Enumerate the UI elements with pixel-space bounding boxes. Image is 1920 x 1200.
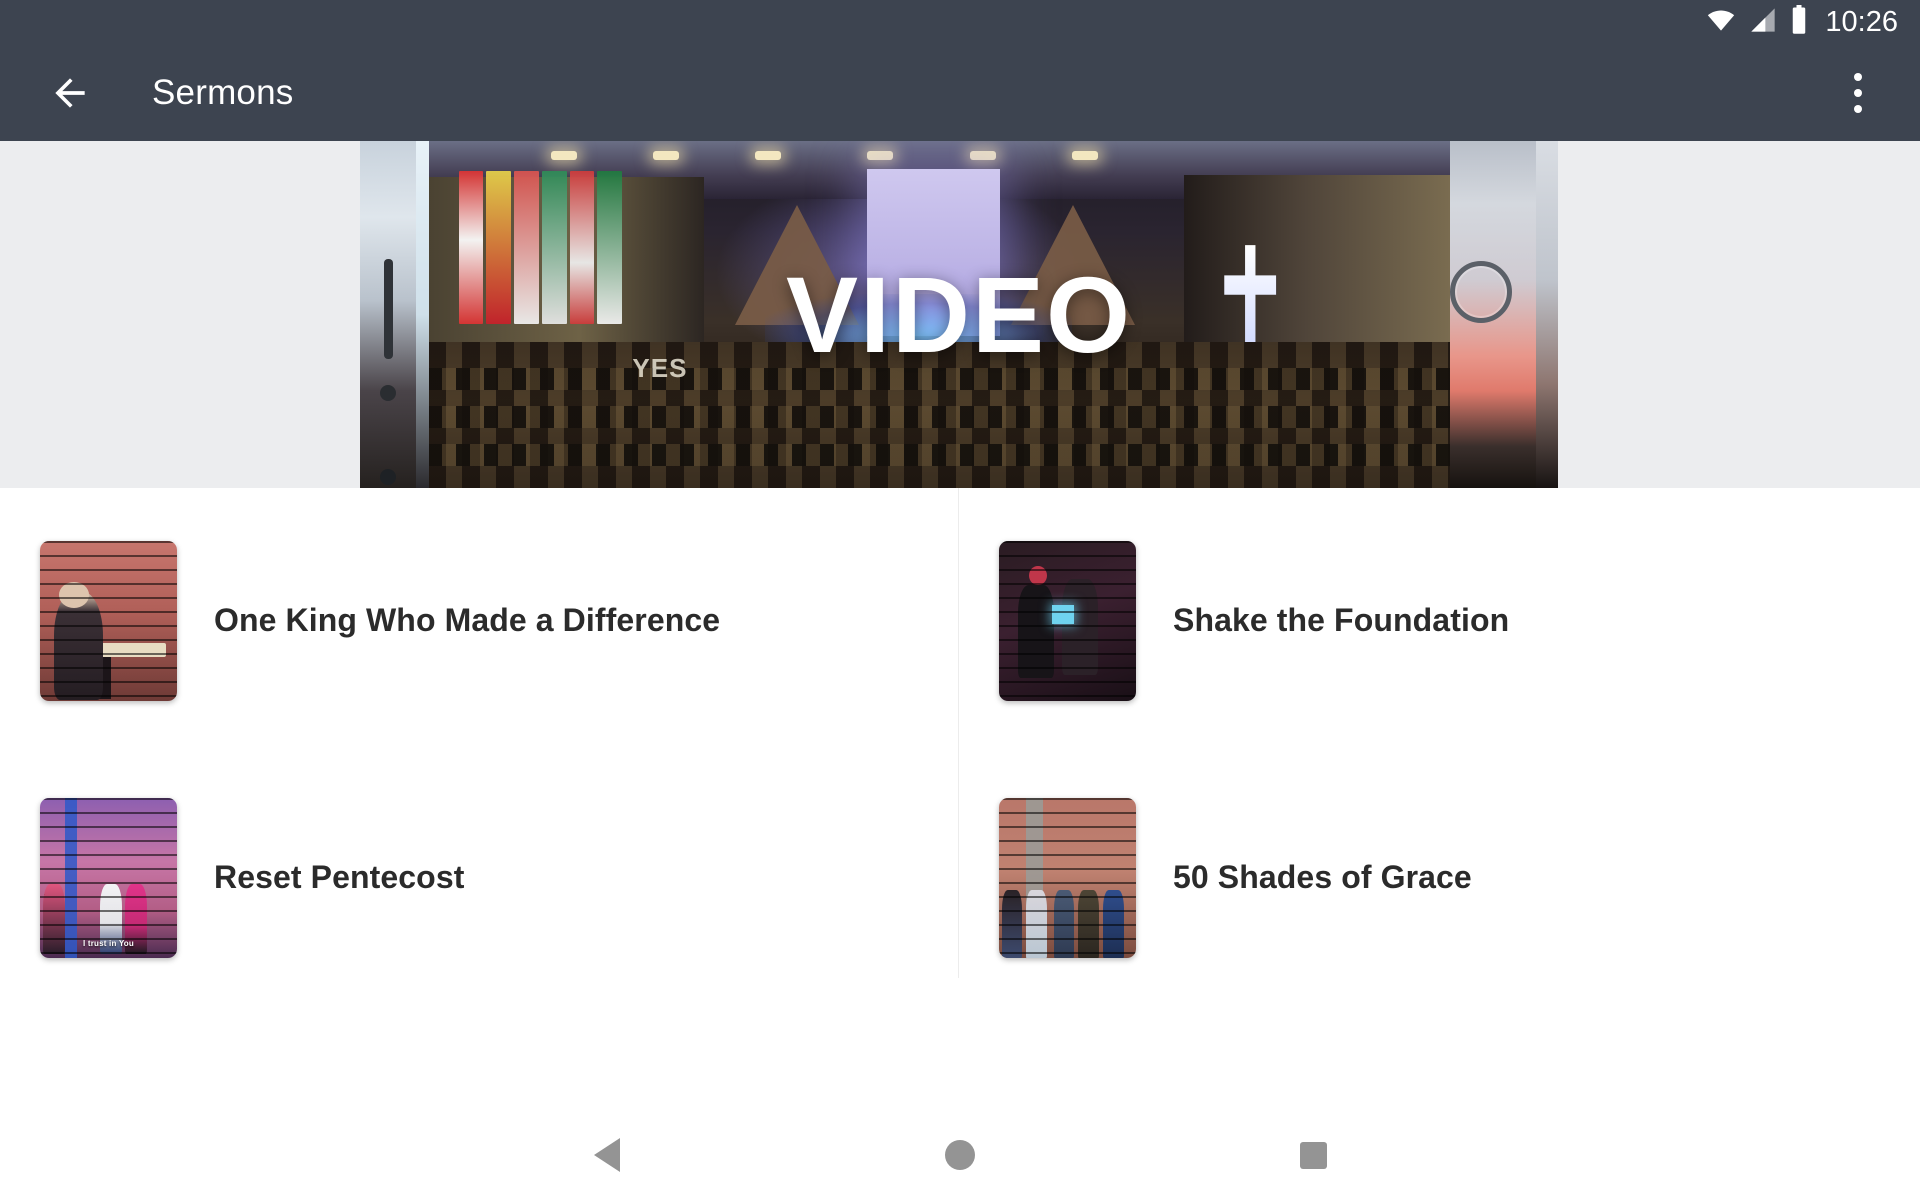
overflow-dot	[1854, 105, 1862, 113]
list-item[interactable]: 50 Shades of Grace	[959, 745, 1920, 1010]
page-title: Sermons	[152, 73, 294, 112]
back-triangle-icon	[593, 1138, 620, 1172]
nav-back-button[interactable]	[547, 1110, 667, 1200]
back-button[interactable]	[22, 45, 118, 141]
overflow-menu-button[interactable]	[1826, 57, 1890, 129]
back-arrow-icon	[55, 78, 85, 108]
list-item[interactable]: One King Who Made a Difference	[0, 488, 958, 753]
nav-home-button[interactable]	[900, 1110, 1020, 1200]
battery-icon	[1790, 5, 1808, 40]
android-navigation-bar	[0, 1110, 1920, 1200]
nav-recents-button[interactable]	[1253, 1110, 1373, 1200]
recents-square-icon	[1299, 1141, 1327, 1169]
sermon-thumbnail-50-shades-of-grace	[999, 797, 1136, 958]
list-item-title: Reset Pentecost	[214, 859, 465, 895]
overflow-dot	[1854, 89, 1862, 97]
sermon-thumbnail-shake-foundation	[999, 540, 1136, 701]
sermon-thumbnail-one-king	[40, 540, 177, 701]
list-item[interactable]: Shake the Foundation	[959, 488, 1920, 753]
thumbnail-caption: I trust in You	[83, 938, 134, 948]
overflow-dot	[1854, 73, 1862, 81]
list-item[interactable]: I trust in You Reset Pentecost	[0, 745, 958, 1010]
sermon-thumbnail-reset-pentecost: I trust in You	[40, 797, 177, 958]
app-root: 10:26 Sermons YES VIDEO One King Who Mad…	[0, 0, 1920, 1200]
status-bar-clock: 10:26	[1825, 6, 1898, 38]
list-item-title: 50 Shades of Grace	[1173, 859, 1472, 895]
home-circle-icon	[944, 1140, 975, 1170]
video-overlay-label: VIDEO	[785, 253, 1133, 375]
status-bar: 10:26	[0, 0, 1920, 45]
app-toolbar: Sermons	[0, 45, 1920, 141]
wifi-icon	[1706, 5, 1736, 40]
cellular-signal-icon	[1749, 6, 1777, 39]
status-bar-icons	[1706, 5, 1808, 40]
list-item-title: Shake the Foundation	[1173, 602, 1510, 638]
list-item-title: One King Who Made a Difference	[214, 602, 721, 638]
hero-banner[interactable]: YES VIDEO	[0, 141, 1920, 488]
hero-image: YES VIDEO	[360, 141, 1558, 488]
